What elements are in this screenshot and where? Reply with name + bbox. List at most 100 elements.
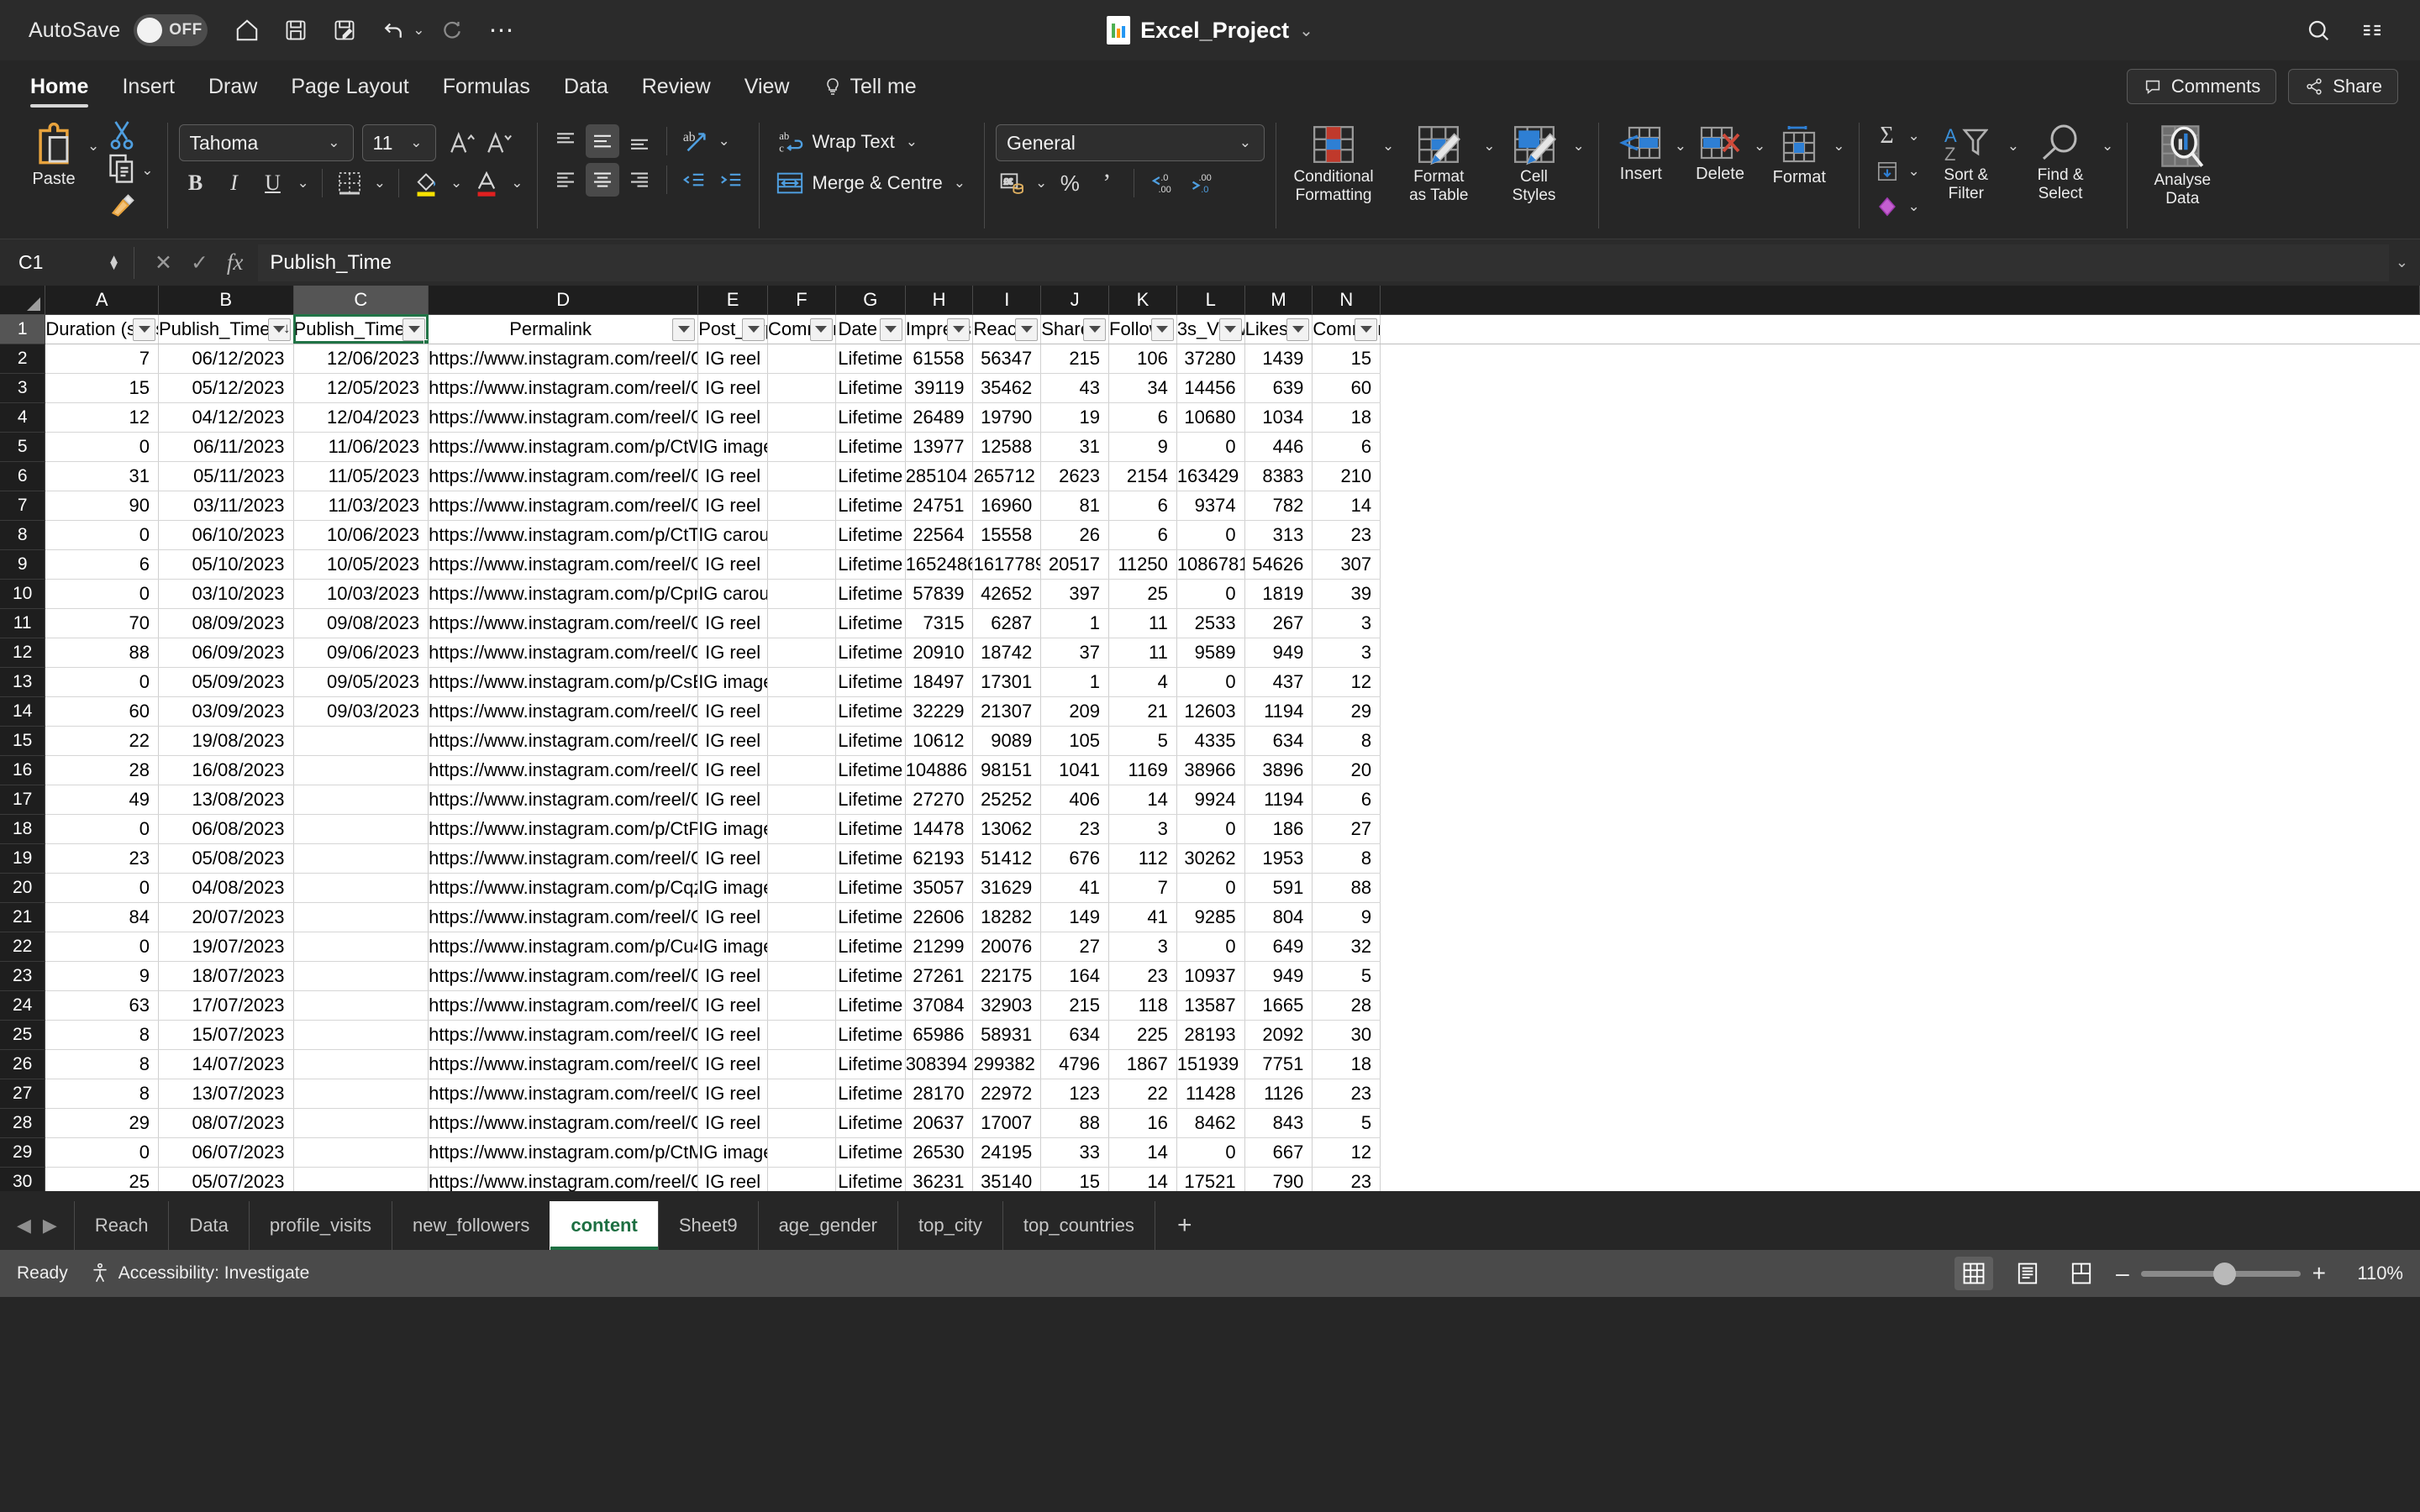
table-row[interactable]: 12 88 06/09/2023 09/06/2023 https://www.inst… (0, 638, 2420, 668)
zoom-track[interactable] (2140, 1262, 2301, 1285)
row-header-15[interactable]: 15 (0, 726, 46, 756)
cell-E25[interactable]: IG reel (697, 1020, 769, 1050)
tab-formulas[interactable]: Formulas (426, 60, 547, 113)
wrap-text-chevron-down-icon[interactable]: ⌄ (903, 134, 920, 150)
column-header-H[interactable]: H (905, 286, 974, 315)
cell-C17[interactable] (293, 785, 429, 815)
font-size-select[interactable]: 11 ⌄ (361, 124, 436, 161)
filter-dropdown-icon[interactable] (1083, 318, 1107, 341)
cell-H4[interactable]: 26489 (905, 402, 974, 433)
cell-L21[interactable]: 9285 (1176, 902, 1245, 932)
cell-F10[interactable] (767, 579, 836, 609)
cell-C15[interactable] (293, 726, 429, 756)
cell-F8[interactable] (767, 520, 836, 550)
save-as-icon[interactable] (322, 8, 367, 53)
cell-F9[interactable] (767, 549, 836, 580)
column-header-F[interactable]: F (767, 286, 836, 315)
grid-empty-area[interactable] (1380, 549, 2420, 579)
cell-G22[interactable]: Lifetime (835, 932, 906, 962)
grid-empty-area[interactable] (1380, 873, 2420, 902)
cell-H5[interactable]: 13977 (905, 432, 974, 462)
table-row[interactable]: 11 70 08/09/2023 09/08/2023 https://www.inst… (0, 608, 2420, 638)
cell-L13[interactable]: 0 (1176, 667, 1245, 697)
cell-D6[interactable]: https://www.instagram.com/reel/CsG4m-Euh… (428, 461, 699, 491)
sheet-tab-Sheet9[interactable]: Sheet9 (657, 1201, 758, 1250)
cell-B7[interactable]: 03/11/2023 (158, 491, 294, 521)
cell-H14[interactable]: 32229 (905, 696, 974, 727)
cell-G21[interactable]: Lifetime (835, 902, 906, 932)
cell-B16[interactable]: 16/08/2023 (158, 755, 294, 785)
cell-G6[interactable]: Lifetime (835, 461, 906, 491)
cell-J19[interactable]: 676 (1040, 843, 1110, 874)
cell-D11[interactable]: https://www.instagram.com/reel/CvuKhgJsD… (428, 608, 699, 638)
cell-C16[interactable] (293, 755, 429, 785)
cell-G10[interactable]: Lifetime (835, 579, 906, 609)
cell-J15[interactable]: 105 (1040, 726, 1110, 756)
insert-function-icon[interactable]: fx (227, 249, 244, 276)
tab-insert[interactable]: Insert (105, 60, 192, 113)
cell-D9[interactable]: https://www.instagram.com/reel/CsEHICBtK… (428, 549, 699, 580)
document-title[interactable]: Excel_Project ⌄ (1107, 16, 1313, 45)
accessibility-status[interactable]: Accessibility: Investigate (90, 1263, 309, 1284)
cell-I19[interactable]: 51412 (972, 843, 1042, 874)
cell-D18[interactable]: https://www.instagram.com/p/CtPDoCOPnfr/ (428, 814, 699, 844)
cell-E22[interactable]: IG image (697, 932, 769, 962)
cell-I18[interactable]: 13062 (972, 814, 1042, 844)
cell-D14[interactable]: https://www.instagram.com/reel/CpkWXYAj-… (428, 696, 699, 727)
cell-M2[interactable]: 1439 (1244, 344, 1313, 374)
cell-G3[interactable]: Lifetime (835, 373, 906, 403)
sheet-nav-arrows[interactable]: ◀ ▶ (0, 1201, 74, 1250)
cell-D5[interactable]: https://www.instagram.com/p/CtWbVk0PwF5/ (428, 432, 699, 462)
cell-A6[interactable]: 31 (45, 461, 159, 491)
cell-K22[interactable]: 3 (1108, 932, 1177, 962)
cell-G17[interactable]: Lifetime (835, 785, 906, 815)
cell-I21[interactable]: 18282 (972, 902, 1042, 932)
cell-E21[interactable]: IG reel (697, 902, 769, 932)
cell-M3[interactable]: 639 (1244, 373, 1313, 403)
cell-E18[interactable]: IG image (697, 814, 769, 844)
row-header-1[interactable]: 1 (0, 314, 46, 344)
cell-L11[interactable]: 2533 (1176, 608, 1245, 638)
grid-empty-area[interactable] (1380, 402, 2420, 432)
cell-H11[interactable]: 7315 (905, 608, 974, 638)
autosave-toggle[interactable]: OFF (134, 14, 208, 46)
cell-B29[interactable]: 06/07/2023 (158, 1137, 294, 1168)
zoom-thumb[interactable] (2212, 1262, 2236, 1285)
row-header-24[interactable]: 24 (0, 990, 46, 1021)
cell-H24[interactable]: 37084 (905, 990, 974, 1021)
cell-F25[interactable] (767, 1020, 836, 1050)
undo-chevron-down-icon[interactable]: ⌄ (413, 22, 424, 39)
cut-button[interactable] (107, 118, 155, 151)
cell-G9[interactable]: Lifetime (835, 549, 906, 580)
cell-D21[interactable]: https://www.instagram.com/reel/Cu60dPVAI… (428, 902, 699, 932)
cell-E19[interactable]: IG reel (697, 843, 769, 874)
row-header-17[interactable]: 17 (0, 785, 46, 815)
cell-F14[interactable] (767, 696, 836, 727)
cell-G16[interactable]: Lifetime (835, 755, 906, 785)
cell-B28[interactable]: 08/07/2023 (158, 1108, 294, 1138)
font-color-chevron-down-icon[interactable]: ⌄ (508, 175, 525, 192)
row-header-22[interactable]: 22 (0, 932, 46, 962)
table-row[interactable]: 6 31 05/11/2023 11/05/2023 https://www.insta… (0, 461, 2420, 491)
cell-N16[interactable]: 20 (1312, 755, 1381, 785)
table-row[interactable]: 2 7 06/12/2023 12/06/2023 https://www.instag… (0, 344, 2420, 374)
cell-D15[interactable]: https://www.instagram.com/reel/CwH3jDtRZ… (428, 726, 699, 756)
copy-button[interactable] (107, 151, 137, 189)
cell-L22[interactable]: 0 (1176, 932, 1245, 962)
cell-F20[interactable] (767, 873, 836, 903)
row-header-4[interactable]: 4 (0, 402, 46, 433)
cell-M19[interactable]: 1953 (1244, 843, 1313, 874)
filter-dropdown-icon[interactable] (1150, 318, 1174, 341)
table-row[interactable]: 24 63 17/07/2023 https://www.instagram.com/… (0, 990, 2420, 1021)
cell-L7[interactable]: 9374 (1176, 491, 1245, 521)
row-header-26[interactable]: 26 (0, 1049, 46, 1079)
cell-A21[interactable]: 84 (45, 902, 159, 932)
cell-L8[interactable]: 0 (1176, 520, 1245, 550)
grid-empty-area[interactable] (1380, 432, 2420, 461)
header-cell-N[interactable]: Commen (1312, 314, 1381, 344)
table-row[interactable]: 14 60 03/09/2023 09/03/2023 https://www.inst… (0, 696, 2420, 727)
cell-H19[interactable]: 62193 (905, 843, 974, 874)
sheet-tab-profile_visits[interactable]: profile_visits (248, 1201, 392, 1250)
cell-E17[interactable]: IG reel (697, 785, 769, 815)
find-select-chevron-down-icon[interactable]: ⌄ (2099, 138, 2116, 155)
